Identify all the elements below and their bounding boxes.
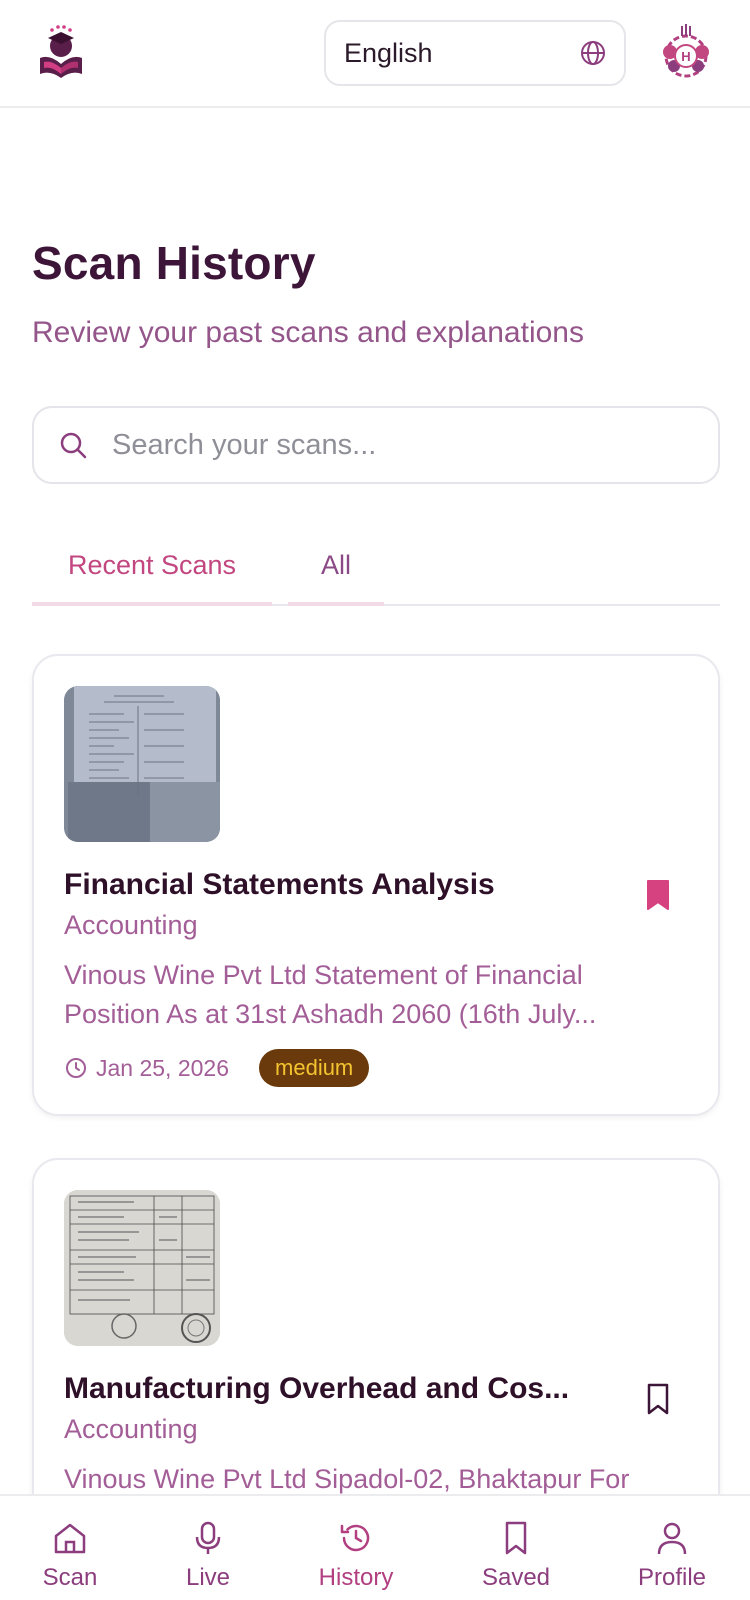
document-thumbnail-image (64, 1190, 220, 1346)
scan-card[interactable]: Financial Statements Analysis Accounting… (32, 654, 720, 1116)
app-logo-icon[interactable] (34, 24, 88, 82)
clock-icon (66, 1058, 86, 1078)
tab-all[interactable]: All (288, 528, 384, 606)
nav-item-scan[interactable]: Scan (0, 1496, 140, 1600)
scan-date: Jan 25, 2026 (96, 1054, 230, 1081)
microphone-icon (195, 1521, 221, 1554)
nav-item-history[interactable]: History (286, 1496, 426, 1600)
scan-description: Vinous Wine Pvt Ltd Statement of Financi… (64, 960, 597, 1029)
nav-item-saved[interactable]: Saved (446, 1496, 586, 1600)
language-selector[interactable]: English (324, 20, 626, 86)
bottom-navigation: Scan Live History Saved Profile (0, 1494, 750, 1600)
avatar-letter: H (681, 49, 690, 64)
history-tabs: Recent Scans All (32, 528, 720, 606)
nav-item-profile[interactable]: Profile (602, 1496, 742, 1600)
bookmark-outline-icon[interactable] (644, 1382, 672, 1416)
search-icon (60, 432, 87, 459)
nav-label: History (318, 1564, 394, 1591)
bookmark-filled-icon[interactable] (644, 878, 672, 912)
app-root: English H Scan History Review your past … (0, 0, 750, 1600)
scan-title: Financial Statements Analysis (64, 868, 495, 901)
scan-thumbnail[interactable] (64, 686, 220, 842)
nav-label: Scan (42, 1564, 98, 1591)
search-input[interactable] (112, 428, 694, 462)
nav-label: Live (185, 1564, 231, 1591)
nav-item-live[interactable]: Live (138, 1496, 278, 1600)
globe-icon (581, 41, 605, 65)
nav-label: Profile (637, 1564, 707, 1591)
nav-label: Saved (481, 1564, 551, 1591)
user-avatar[interactable]: H (654, 22, 718, 84)
tab-recent-scans[interactable]: Recent Scans (32, 528, 272, 606)
bookmark-icon (505, 1521, 527, 1555)
search-bar[interactable] (32, 406, 720, 484)
document-thumbnail-image (64, 686, 220, 842)
history-icon (340, 1524, 370, 1552)
scan-title: Manufacturing Overhead and Cos... (64, 1372, 570, 1405)
scan-thumbnail[interactable] (64, 1190, 220, 1346)
language-label: English (344, 37, 433, 68)
difficulty-badge: medium (259, 1049, 370, 1087)
top-bar: English H (0, 0, 750, 108)
user-icon (657, 1522, 687, 1555)
scan-category: Accounting (64, 1414, 198, 1444)
page-subtitle: Review your past scans and explanations (32, 316, 584, 349)
page-title: Scan History (32, 237, 316, 289)
scan-category: Accounting (64, 910, 198, 940)
home-icon (54, 1523, 86, 1554)
scan-meta: Jan 25, 2026 medium (64, 1048, 370, 1088)
